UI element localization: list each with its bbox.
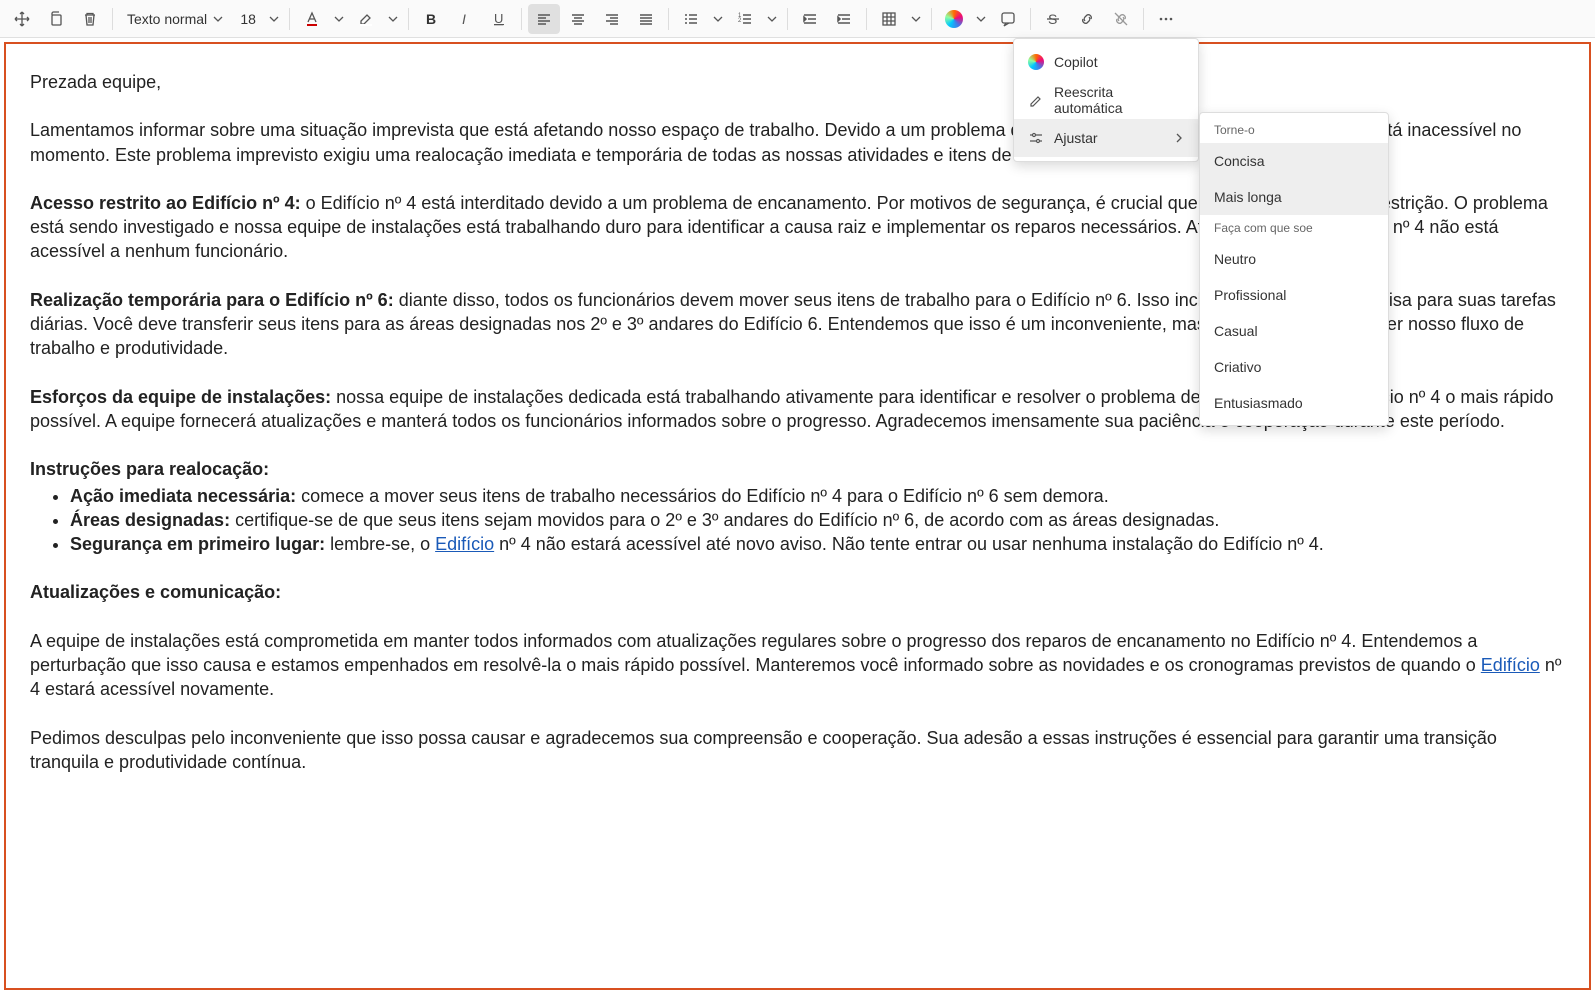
list-item: Áreas designadas: certifique-se de que s… (70, 508, 1565, 532)
highlight-icon[interactable] (350, 4, 382, 34)
align-justify-button[interactable] (630, 4, 662, 34)
heading-facilities: Esforços da equipe de instalações: (30, 387, 331, 407)
heading-updates: Atualizações e comunicação: (30, 580, 1565, 604)
bullet-list-dropdown[interactable] (709, 4, 727, 34)
text-style-dropdown[interactable]: Texto normal (119, 4, 231, 34)
list-item: Segurança em primeiro lugar: lembre-se, … (70, 532, 1565, 556)
copilot-button[interactable] (938, 4, 970, 34)
align-center-button[interactable] (562, 4, 594, 34)
adjust-menu-item-longer[interactable]: Mais longa (1200, 179, 1388, 215)
separator (289, 8, 290, 30)
table-button[interactable] (873, 4, 905, 34)
adjust-icon (1028, 130, 1044, 146)
bullet-list-button[interactable] (675, 4, 707, 34)
heading-temp-relocation: Realização temporária para o Edifício nº… (30, 290, 394, 310)
separator (787, 8, 788, 30)
underline-button[interactable]: U (483, 4, 515, 34)
link-button[interactable] (1071, 4, 1103, 34)
menu-label: Reescrita automática (1054, 84, 1184, 116)
svg-text:I: I (462, 11, 466, 27)
decrease-indent-button[interactable] (794, 4, 826, 34)
unlink-button[interactable] (1105, 4, 1137, 34)
adjust-menu-header-soundlike: Faça com que soe (1200, 215, 1388, 241)
numbered-list-button[interactable]: 12 (729, 4, 761, 34)
font-size-value[interactable]: 18 (233, 11, 263, 27)
font-color-dropdown[interactable] (330, 4, 348, 34)
copilot-dropdown[interactable] (972, 4, 990, 34)
separator (521, 8, 522, 30)
separator (112, 8, 113, 30)
italic-button[interactable]: I (449, 4, 481, 34)
menu-label: Concisa (1214, 153, 1265, 169)
adjust-menu-item-enthusiastic[interactable]: Entusiasmado (1200, 385, 1388, 421)
paragraph-updates: A equipe de instalações está comprometid… (30, 629, 1565, 702)
menu-label: Copilot (1054, 54, 1098, 70)
separator (931, 8, 932, 30)
link-edificio[interactable]: Edifício (1481, 655, 1540, 675)
adjust-menu-item-casual[interactable]: Casual (1200, 313, 1388, 349)
list-item: Ação imediata necessária: comece a mover… (70, 484, 1565, 508)
more-button[interactable] (1150, 4, 1182, 34)
paragraph-greeting: Prezada equipe, (30, 70, 1565, 94)
svg-text:2: 2 (738, 18, 742, 24)
separator (866, 8, 867, 30)
instruction-list: Ação imediata necessária: comece a mover… (70, 484, 1565, 557)
heading-instructions: Instruções para realocação: (30, 457, 1565, 481)
align-right-button[interactable] (596, 4, 628, 34)
menu-label: Neutro (1214, 251, 1256, 267)
separator (668, 8, 669, 30)
paragraph-apology: Pedimos desculpas pelo inconveniente que… (30, 726, 1565, 775)
menu-label: Casual (1214, 323, 1258, 339)
adjust-menu-header-makeit: Torne-o (1200, 117, 1388, 143)
svg-text:B: B (426, 11, 436, 27)
annotate-button[interactable] (992, 4, 1024, 34)
menu-label: Profissional (1214, 287, 1286, 303)
font-color-icon[interactable] (296, 4, 328, 34)
strikethrough-button[interactable]: S (1037, 4, 1069, 34)
menu-label: Mais longa (1214, 189, 1282, 205)
menu-label: Ajustar (1054, 130, 1098, 146)
text-style-label: Texto normal (127, 11, 207, 27)
numbered-list-dropdown[interactable] (763, 4, 781, 34)
separator (1030, 8, 1031, 30)
adjust-menu-item-concise[interactable]: Concisa (1200, 143, 1388, 179)
chevron-down-icon (213, 14, 223, 24)
delete-icon[interactable] (74, 4, 106, 34)
svg-text:U: U (494, 11, 503, 26)
bold-button[interactable]: B (415, 4, 447, 34)
highlight-dropdown[interactable] (384, 4, 402, 34)
heading-restricted: Acesso restrito ao Edifício nº 4: (30, 193, 301, 213)
link-edificio[interactable]: Edifício (435, 534, 494, 554)
chevron-right-icon (1174, 130, 1184, 146)
toolbar: Texto normal 18 B I U 12 S (0, 0, 1595, 38)
font-size-dropdown[interactable] (265, 4, 283, 34)
separator (408, 8, 409, 30)
copilot-menu-item-copilot[interactable]: Copilot (1014, 43, 1198, 81)
copilot-menu: Copilot Reescrita automática Ajustar (1013, 38, 1199, 162)
adjust-menu-item-professional[interactable]: Profissional (1200, 277, 1388, 313)
rewrite-icon (1028, 92, 1044, 108)
move-icon[interactable] (6, 4, 38, 34)
copilot-menu-item-rewrite[interactable]: Reescrita automática (1014, 81, 1198, 119)
menu-label: Criativo (1214, 359, 1261, 375)
separator (1143, 8, 1144, 30)
align-left-button[interactable] (528, 4, 560, 34)
increase-indent-button[interactable] (828, 4, 860, 34)
table-dropdown[interactable] (907, 4, 925, 34)
copilot-icon (1028, 54, 1044, 70)
copy-icon[interactable] (40, 4, 72, 34)
adjust-menu-item-creative[interactable]: Criativo (1200, 349, 1388, 385)
adjust-menu: Torne-o Concisa Mais longa Faça com que … (1199, 112, 1389, 426)
copilot-icon (945, 10, 963, 28)
menu-label: Entusiasmado (1214, 395, 1303, 411)
adjust-menu-item-neutral[interactable]: Neutro (1200, 241, 1388, 277)
copilot-menu-item-adjust[interactable]: Ajustar (1014, 119, 1198, 157)
